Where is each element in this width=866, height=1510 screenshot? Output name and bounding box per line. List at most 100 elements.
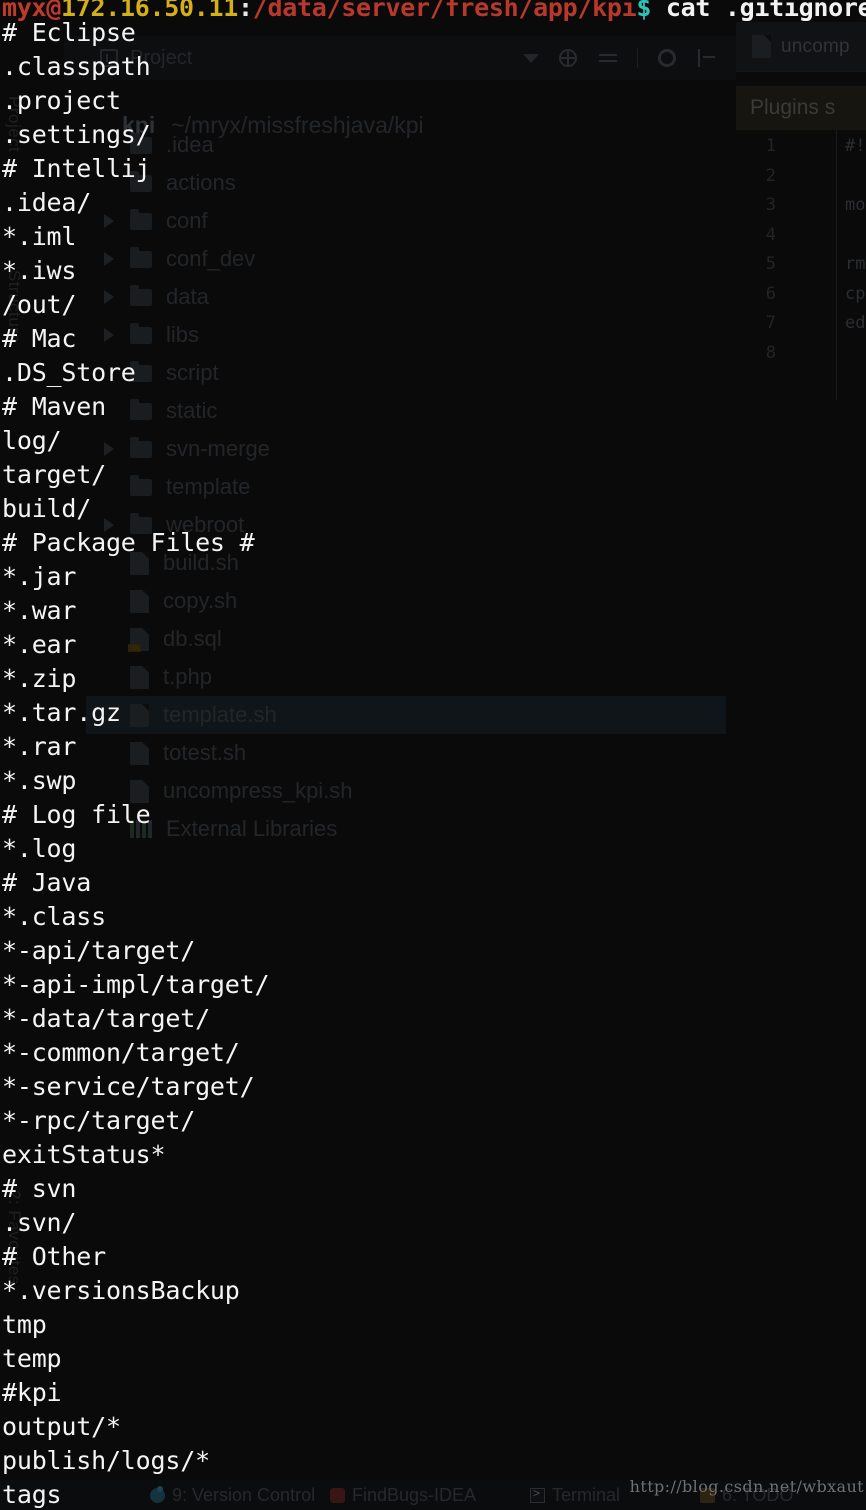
folder-icon — [130, 398, 152, 420]
gutter-line-number: 4 — [765, 224, 776, 245]
tree-node-label: External Libraries — [166, 816, 338, 841]
tree-node-label: actions — [166, 170, 236, 195]
gear-icon[interactable] — [656, 47, 678, 69]
hide-panel-icon[interactable] — [696, 47, 718, 69]
expand-arrow-icon[interactable] — [104, 328, 114, 342]
tree-node[interactable]: conf — [86, 202, 726, 240]
editor-gutter: 1 2 3 4 5 6 7 8 — [740, 132, 776, 368]
tree-node[interactable]: copy.sh — [86, 582, 726, 620]
folder-icon — [130, 208, 152, 230]
file-icon — [130, 665, 149, 689]
tree-node-label: .idea — [166, 132, 214, 157]
folder-icon — [130, 436, 152, 458]
tree-node[interactable]: data — [86, 278, 726, 316]
side-tab-project[interactable]: Project — [4, 96, 24, 152]
tree-node[interactable]: build.sh — [86, 544, 726, 582]
tree-node[interactable]: actions — [86, 164, 726, 202]
file-icon — [130, 703, 149, 727]
bug-icon — [330, 1487, 345, 1503]
tree-node-label: template — [166, 474, 251, 499]
tree-node[interactable]: totest.sh — [86, 734, 726, 772]
gutter-line-number: 8 — [765, 342, 776, 363]
expand-arrow-icon[interactable] — [104, 290, 114, 304]
status-bar-item-label: Terminal — [552, 1484, 621, 1505]
tree-node-label: conf_dev — [166, 246, 256, 271]
screen-root: Project Structure 2: Favorites Project k… — [0, 0, 866, 1510]
status-bar-item-label: 6: TODO — [722, 1484, 794, 1505]
vcs-icon — [150, 1485, 165, 1503]
editor-tab-bar: uncomp — [736, 22, 866, 72]
folder-icon — [130, 246, 152, 268]
editor-gutter-divider — [836, 130, 837, 400]
tree-node-label: t.php — [163, 664, 212, 689]
tree-node-label: data — [166, 284, 209, 309]
tree-node-label: static — [166, 398, 218, 423]
folder-icon — [130, 284, 152, 306]
tree-node[interactable]: db.sql — [86, 620, 726, 658]
side-tab-favorites[interactable]: 2: Favorites — [4, 1190, 24, 1285]
status-bar-item-label: 9: Version Control — [172, 1484, 316, 1505]
gutter-line-number: 5 — [765, 254, 776, 274]
chevron-down-icon[interactable] — [523, 53, 539, 63]
folder-icon — [130, 512, 152, 534]
gutter-line-number: 6 — [765, 283, 776, 304]
todo-icon — [700, 1487, 715, 1503]
editor-code-preview[interactable]: #! mo rm cp ed — [845, 132, 865, 339]
editor-tab-label[interactable]: uncomp — [781, 36, 850, 58]
tree-node-label: libs — [166, 322, 200, 347]
folder-icon — [130, 360, 152, 382]
side-tab-structure[interactable]: Structure — [4, 270, 24, 343]
expand-arrow-icon[interactable] — [104, 518, 114, 532]
ide-background: Project Structure 2: Favorites Project k… — [0, 0, 866, 1510]
file-icon — [130, 589, 149, 613]
gutter-line-number: 3 — [765, 195, 776, 215]
tree-node-label: webroot — [166, 512, 245, 537]
status-bar-item[interactable]: Terminal — [530, 1485, 620, 1506]
status-bar-item[interactable]: FindBugs-IDEA — [330, 1485, 476, 1506]
tree-node[interactable]: uncompress_kpi.sh — [86, 772, 726, 810]
tree-node-label: copy.sh — [163, 588, 238, 613]
gutter-line-number: 7 — [765, 313, 776, 333]
term-icon — [530, 1486, 545, 1503]
status-bar-item-label: FindBugs-IDEA — [352, 1484, 477, 1505]
expand-arrow-icon[interactable] — [104, 252, 114, 266]
gutter-line-number: 2 — [765, 165, 776, 186]
tree-node[interactable]: conf_dev — [86, 240, 726, 278]
project-panel-toolbar — [523, 47, 736, 69]
tree-node-label: totest.sh — [163, 740, 247, 765]
tree-node[interactable]: static — [86, 392, 726, 430]
tree-node[interactable]: template — [86, 468, 726, 506]
tree-node[interactable]: script — [86, 354, 726, 392]
tree-node[interactable]: t.php — [86, 658, 726, 696]
gutter-line-number: 1 — [765, 136, 776, 156]
tree-node[interactable]: template.sh — [86, 696, 726, 734]
sql-file-icon — [128, 627, 149, 652]
tree-node-label: uncompress_kpi.sh — [163, 778, 353, 803]
tree-node[interactable]: External Libraries — [86, 810, 726, 848]
file-icon — [130, 741, 149, 765]
project-tree[interactable]: .idea actions conf conf_devdata libs script st… — [86, 126, 726, 848]
file-icon — [130, 551, 149, 575]
external-libraries-icon — [130, 820, 152, 838]
collapse-all-icon[interactable] — [597, 47, 619, 69]
tree-node[interactable]: webroot — [86, 506, 726, 544]
tree-node-label: db.sql — [163, 626, 222, 651]
tree-node[interactable]: libs — [86, 316, 726, 354]
tree-node[interactable]: .idea — [86, 126, 726, 164]
tree-node-label: script — [166, 360, 219, 385]
tree-node-label: build.sh — [163, 550, 239, 575]
status-bar-item[interactable]: 9: Version Control — [150, 1485, 315, 1506]
tree-node-label: template.sh — [163, 702, 277, 727]
project-panel-title: Project — [130, 46, 193, 69]
ide-status-bar: 9: Version Control FindBugs-IDEA Terminal 6… — [0, 1480, 866, 1510]
tree-node-label: svn-merge — [166, 436, 270, 461]
tree-node[interactable]: svn-merge — [86, 430, 726, 468]
locate-target-icon[interactable] — [557, 47, 579, 69]
folder-icon — [130, 132, 152, 154]
status-bar-item[interactable]: 6: TODO — [700, 1485, 793, 1506]
tree-node-label: conf — [166, 208, 208, 233]
plugins-notification-bar[interactable]: Plugins s — [736, 86, 866, 130]
project-panel-header: Project — [64, 36, 736, 80]
expand-arrow-icon[interactable] — [104, 214, 114, 228]
expand-arrow-icon[interactable] — [104, 442, 114, 456]
